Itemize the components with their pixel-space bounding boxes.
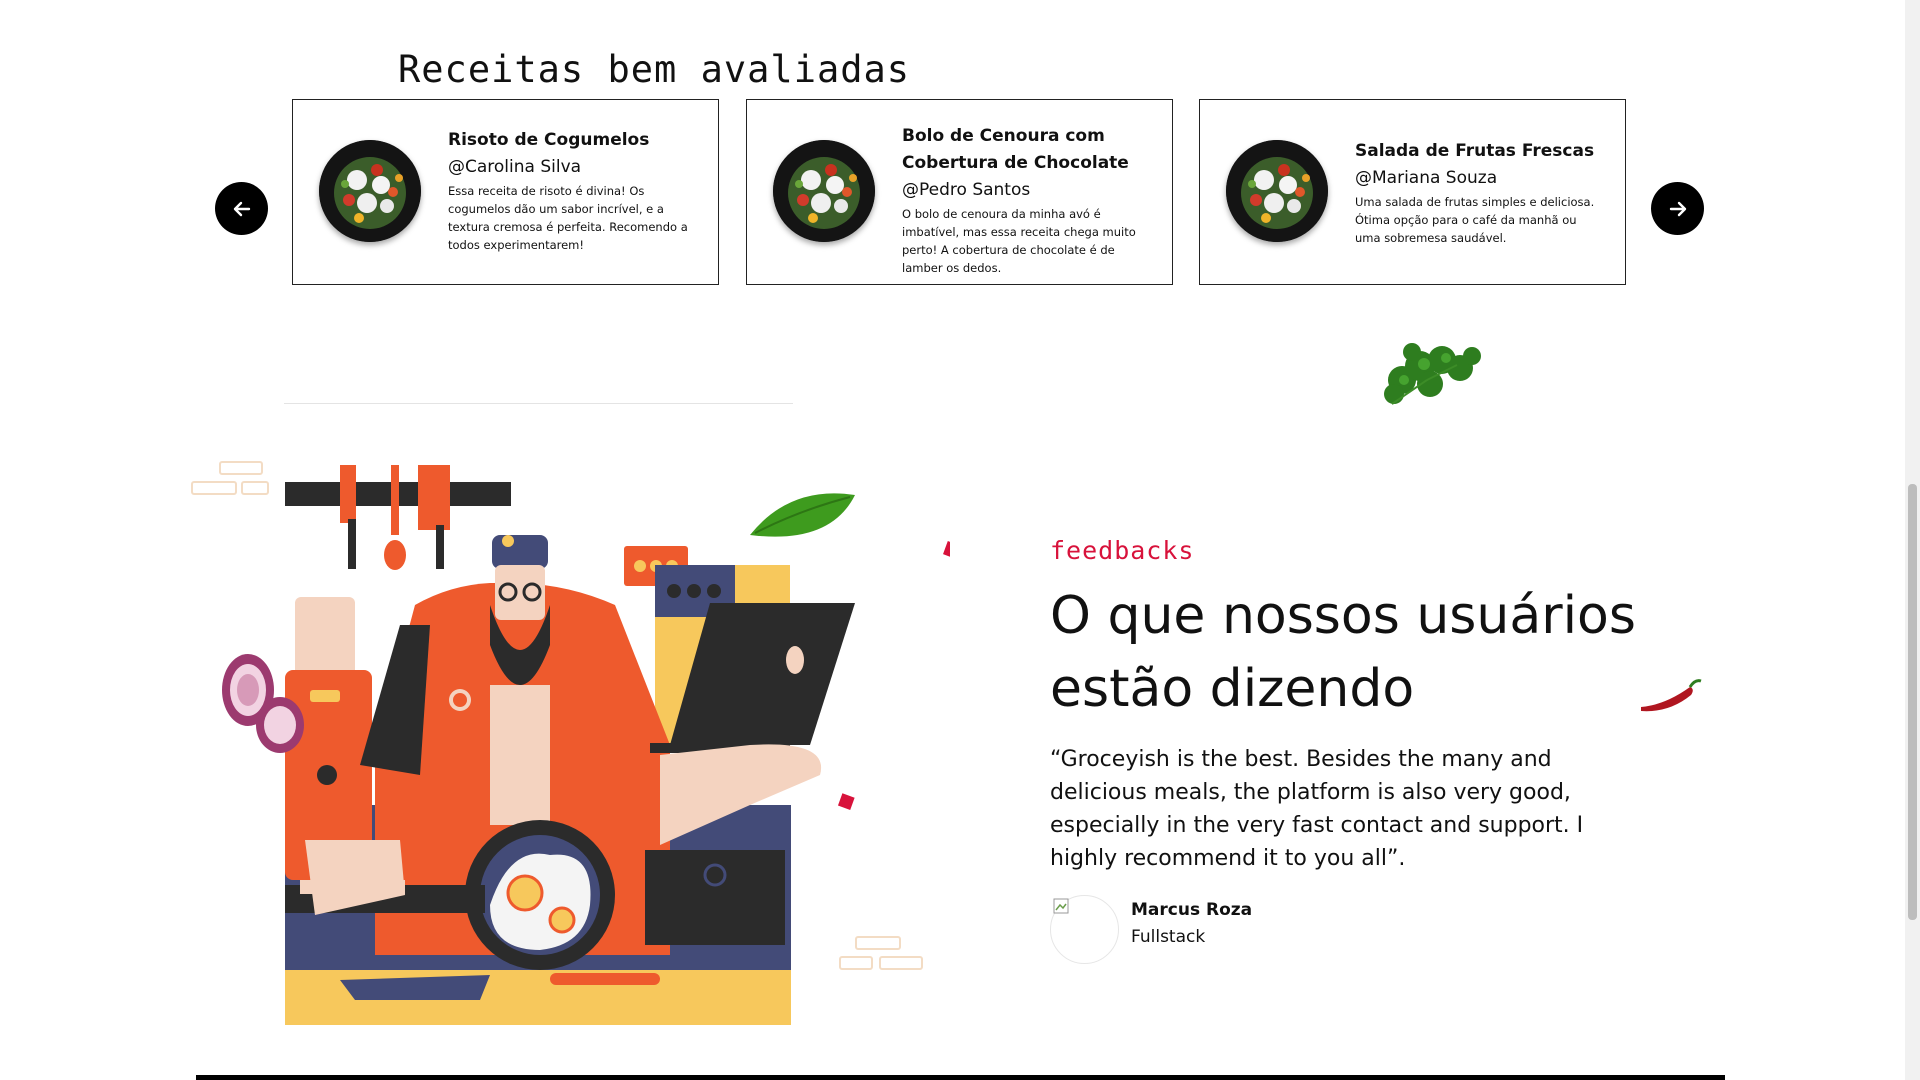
carousel-next-button[interactable] (1651, 182, 1704, 235)
arrow-left-icon (233, 201, 250, 216)
recipe-thumbnail (773, 140, 875, 242)
recipe-card[interactable]: Bolo de Cenoura com Cobertura de Chocola… (746, 99, 1173, 285)
broken-image-icon (1053, 898, 1069, 914)
feedback-heading: O que nossos usuários estão dizendo (1050, 586, 1636, 719)
recipe-card[interactable]: Risoto de Cogumelos @Carolina Silva Essa… (292, 99, 719, 285)
scrollbar-thumb[interactable] (1908, 484, 1917, 920)
arrow-right-icon (1669, 201, 1686, 216)
carousel-prev-button[interactable] (215, 182, 268, 235)
recipe-title: Salada de Frutas Frescas (1355, 141, 1595, 161)
recipe-review: Essa receita de risoto é divina! Os cogu… (448, 184, 688, 252)
feedback-label: feedbacks (1050, 536, 1195, 565)
recipe-author: @Pedro Santos (902, 180, 1031, 200)
recipe-thumbnail (319, 140, 421, 242)
avatar (1050, 895, 1119, 964)
recipe-review: O bolo de cenoura da minha avó é imbatív… (902, 207, 1136, 275)
footer-divider (196, 1075, 1725, 1080)
recipe-title: Risoto de Cogumelos (448, 130, 650, 150)
recipe-title: Bolo de Cenoura com Cobertura de Chocola… (902, 126, 1129, 173)
recipe-author: @Carolina Silva (448, 157, 582, 177)
chef-illustration (191, 461, 950, 1025)
recipe-author: @Mariana Souza (1355, 168, 1498, 188)
section-title: Receitas bem avaliadas (398, 48, 911, 91)
reviewer-name: Marcus Roza (1131, 900, 1253, 920)
recipe-review: Uma salada de frutas simples e deliciosa… (1355, 195, 1595, 245)
testimonial-quote: “Groceyish is the best. Besides the many… (1050, 747, 1584, 871)
section-divider (284, 403, 793, 404)
reviewer-role: Fullstack (1131, 927, 1206, 947)
parsley-icon (1384, 343, 1481, 405)
recipe-thumbnail (1226, 140, 1328, 242)
recipe-card[interactable]: Salada de Frutas Frescas @Mariana Souza … (1199, 99, 1626, 285)
